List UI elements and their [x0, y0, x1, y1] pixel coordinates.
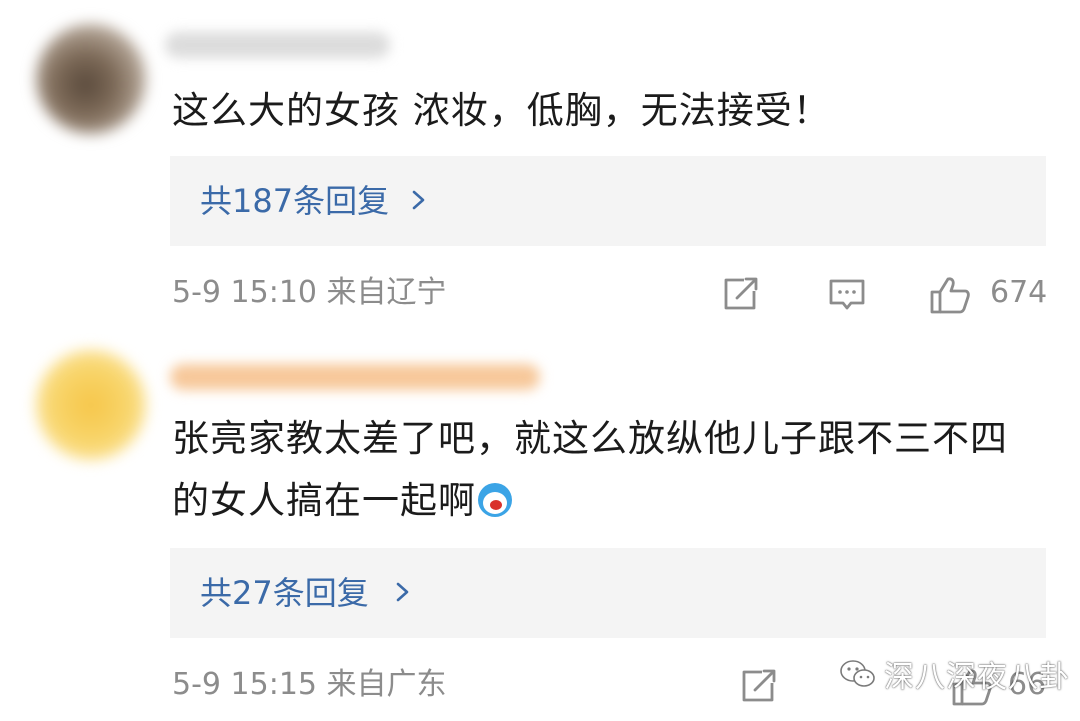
- replies-count-label: 共187条回复: [200, 182, 390, 220]
- comment-timestamp-location: 5-9 15:15 来自广东: [172, 667, 447, 702]
- avatar[interactable]: [36, 350, 146, 460]
- watermark: 深八深夜八卦: [838, 652, 1070, 696]
- like-count: 674: [990, 275, 1048, 310]
- chevron-right-icon: [412, 190, 425, 210]
- avatar[interactable]: [36, 24, 146, 134]
- comment-text: 张亮家教太差了吧，就这么放纵他儿子跟不三不四的女人搞在一起啊: [172, 417, 1008, 522]
- username-blurred[interactable]: [170, 364, 540, 390]
- chevron-right-icon: [396, 582, 409, 602]
- comment-text: 这么大的女孩 浓妆，低胸，无法接受！: [172, 89, 831, 132]
- comment-timestamp-location: 5-9 15:10 来自辽宁: [172, 275, 447, 310]
- share-icon[interactable]: [738, 667, 780, 705]
- comment-meta-row: 5-9 15:10 来自辽宁 674: [172, 268, 1052, 318]
- wechat-icon: [840, 660, 875, 687]
- watermark-text: 深八深夜八卦: [884, 660, 1070, 695]
- comment-icon[interactable]: [826, 275, 868, 313]
- username-blurred[interactable]: [165, 32, 390, 58]
- replies-count-label: 共27条回复: [200, 574, 369, 612]
- share-icon[interactable]: [720, 275, 762, 313]
- view-replies-button[interactable]: 共27条回复: [170, 548, 1046, 638]
- doraemon-emoji: [478, 483, 512, 517]
- like-icon[interactable]: [928, 275, 972, 315]
- view-replies-button[interactable]: 共187条回复: [170, 156, 1046, 246]
